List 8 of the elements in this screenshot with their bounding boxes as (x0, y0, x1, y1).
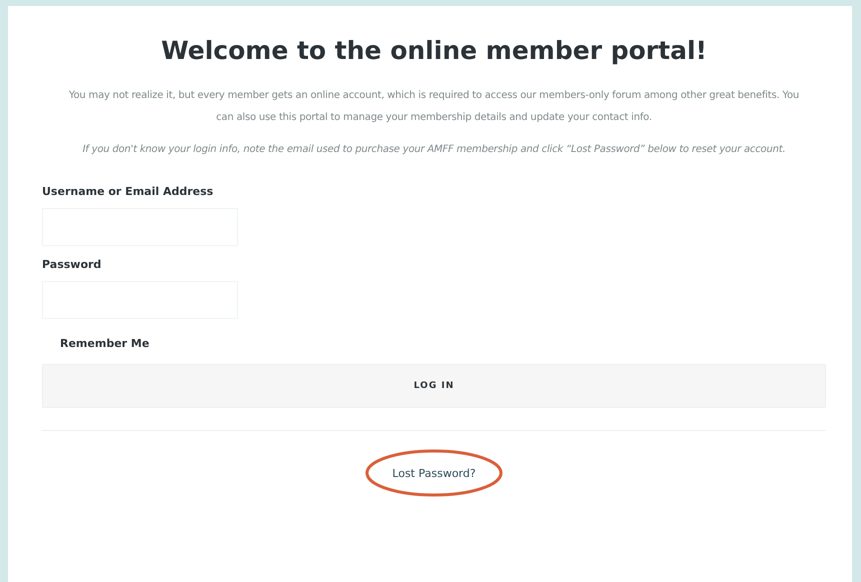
page-title: Welcome to the online member portal! (160, 36, 708, 65)
remember-me-label[interactable]: Remember Me (60, 337, 150, 350)
intro-paragraph: You may not realize it, but every member gets an online account, which is required to access our members-only forum among other great benefits. You can also use this portal to manage your membership details and update your contact info. (68, 89, 800, 125)
field-label: Username or Email Address (42, 185, 214, 198)
field-label: Password (42, 258, 102, 271)
lost-password-link[interactable]: Lost Password? (364, 448, 504, 498)
login-button[interactable]: LOG IN (42, 364, 826, 408)
login-help-note: If you don't know your login info, note the email used to purchase your AMFF membership and click “Lost Password” below to reset your account. (82, 143, 786, 157)
